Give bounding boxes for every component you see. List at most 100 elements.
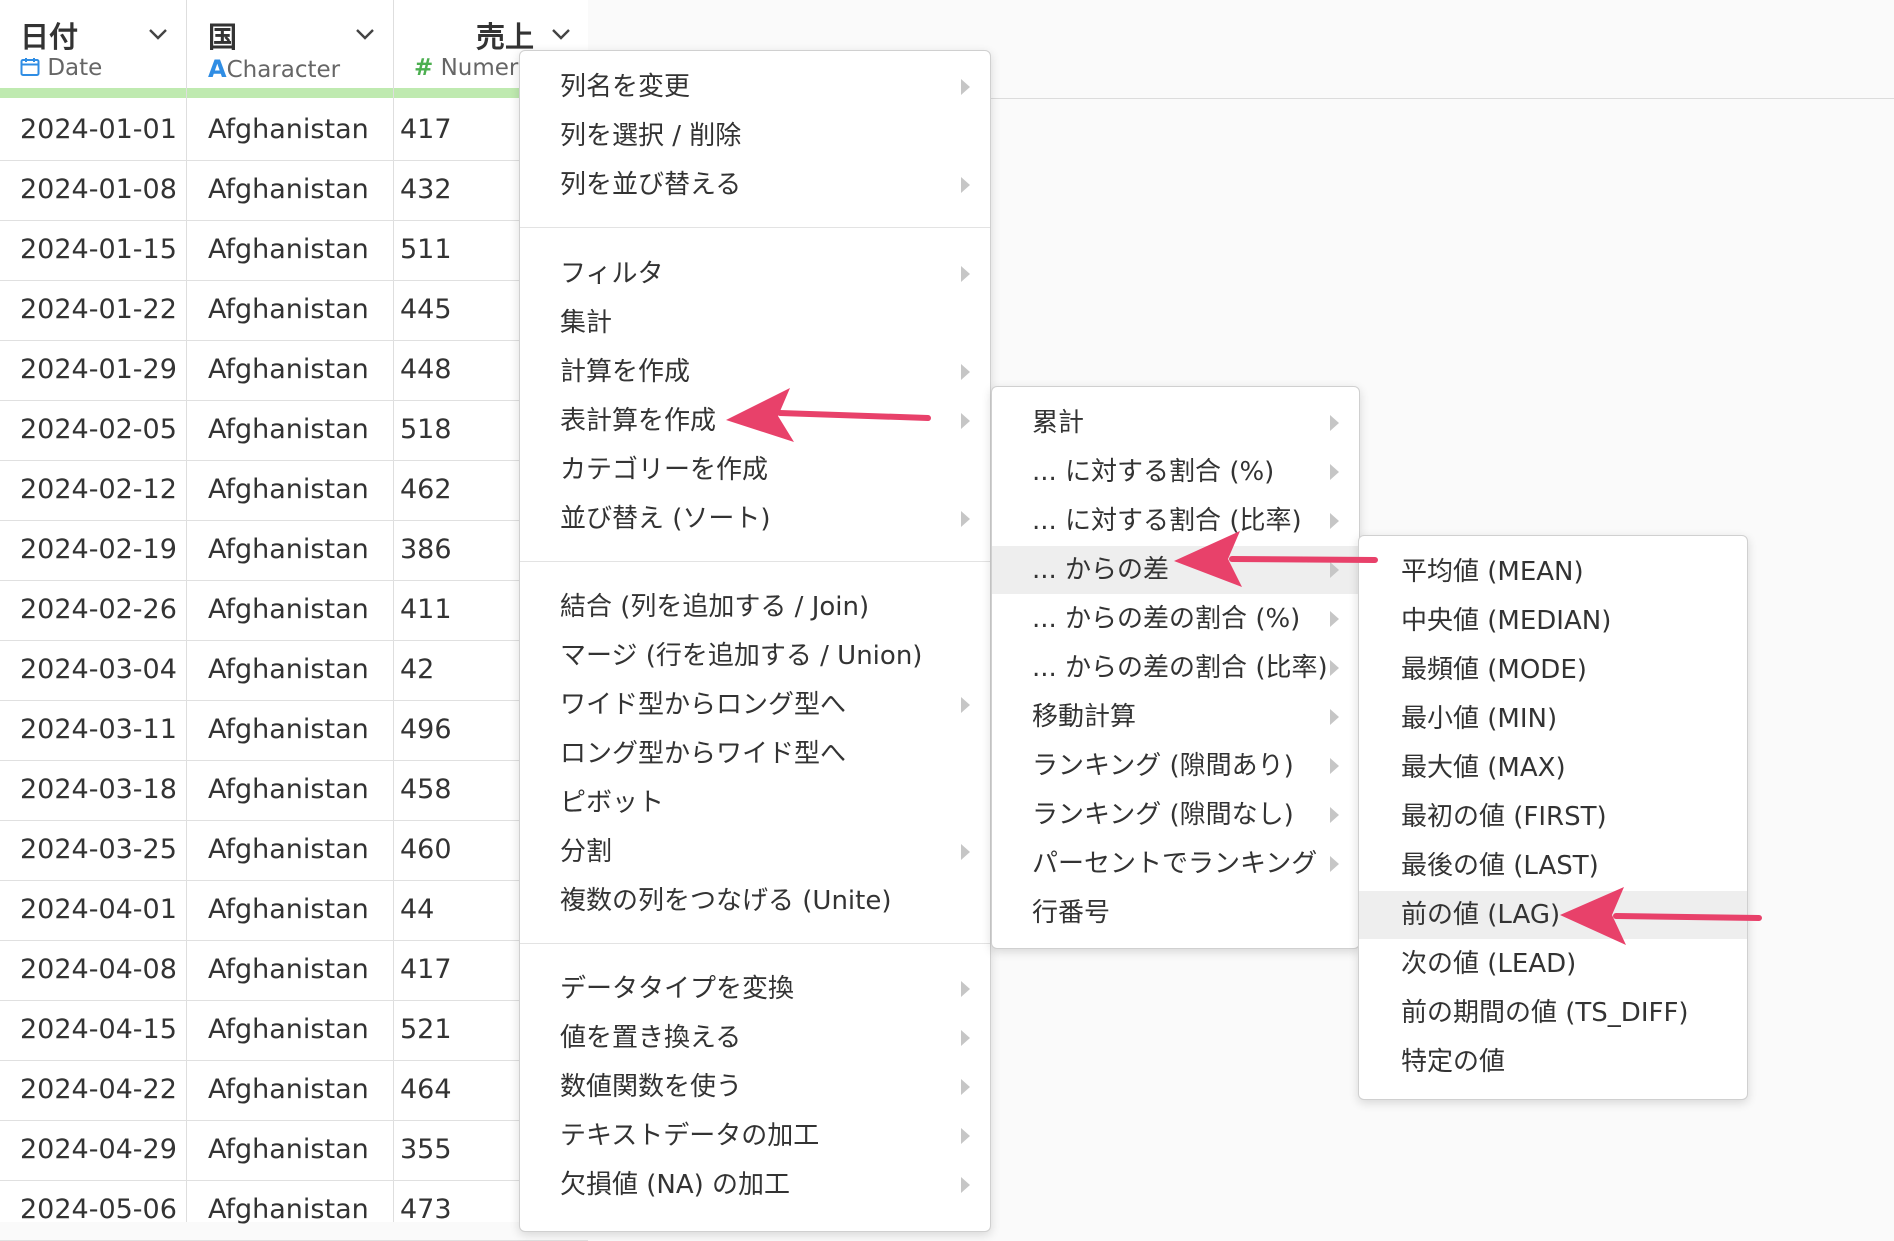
- sales-cell[interactable]: 417: [400, 100, 520, 160]
- table-row[interactable]: 2024-01-01 Afghanistan 417: [0, 100, 588, 161]
- sales-cell[interactable]: 445: [400, 280, 520, 340]
- context-menu-item[interactable]: 並び替え (ソート): [520, 495, 990, 543]
- country-cell[interactable]: Afghanistan: [208, 1120, 369, 1180]
- country-cell[interactable]: Afghanistan: [208, 400, 369, 460]
- date-cell[interactable]: 2024-03-11: [20, 700, 177, 760]
- date-cell[interactable]: 2024-02-05: [20, 400, 177, 460]
- date-cell[interactable]: 2024-01-01: [20, 100, 177, 160]
- date-cell[interactable]: 2024-04-22: [20, 1060, 177, 1120]
- context-menu-item[interactable]: 複数の列をつなげる (Unite): [520, 877, 990, 925]
- context-menu-item[interactable]: 列を並び替える: [520, 161, 990, 209]
- date-cell[interactable]: 2024-02-19: [20, 520, 177, 580]
- chevron-down-icon[interactable]: [148, 24, 168, 44]
- table-row[interactable]: 2024-01-08 Afghanistan 432: [0, 160, 588, 221]
- table-calc-menu-item[interactable]: ... からの差: [992, 546, 1359, 594]
- table-row[interactable]: 2024-03-25 Afghanistan 460: [0, 820, 588, 881]
- table-row[interactable]: 2024-04-29 Afghanistan 355: [0, 1120, 588, 1181]
- date-cell[interactable]: 2024-04-08: [20, 940, 177, 1000]
- country-cell[interactable]: Afghanistan: [208, 880, 369, 940]
- table-row[interactable]: 2024-03-18 Afghanistan 458: [0, 760, 588, 821]
- table-calc-menu-item[interactable]: ランキング (隙間なし): [992, 791, 1359, 839]
- sales-cell[interactable]: 386: [400, 520, 520, 580]
- sales-cell[interactable]: 511: [400, 220, 520, 280]
- date-cell[interactable]: 2024-04-15: [20, 1000, 177, 1060]
- difference-menu-item[interactable]: 最小値 (MIN): [1359, 695, 1747, 743]
- difference-menu-item[interactable]: 前の期間の値 (TS_DIFF): [1359, 989, 1747, 1037]
- date-cell[interactable]: 2024-04-01: [20, 880, 177, 940]
- date-cell[interactable]: 2024-03-25: [20, 820, 177, 880]
- chevron-down-icon[interactable]: [355, 24, 375, 44]
- country-cell[interactable]: Afghanistan: [208, 640, 369, 700]
- table-calc-menu-item[interactable]: ... からの差の割合 (比率): [992, 644, 1359, 692]
- country-cell[interactable]: Afghanistan: [208, 700, 369, 760]
- date-cell[interactable]: 2024-03-04: [20, 640, 177, 700]
- sales-cell[interactable]: 458: [400, 760, 520, 820]
- sales-cell[interactable]: 462: [400, 460, 520, 520]
- date-cell[interactable]: 2024-03-18: [20, 760, 177, 820]
- country-cell[interactable]: Afghanistan: [208, 460, 369, 520]
- date-cell[interactable]: 2024-01-15: [20, 220, 177, 280]
- table-row[interactable]: 2024-01-15 Afghanistan 511: [0, 220, 588, 281]
- table-calc-menu-item[interactable]: ... に対する割合 (比率): [992, 497, 1359, 545]
- context-menu-item[interactable]: 数値関数を使う: [520, 1063, 990, 1111]
- table-row[interactable]: 2024-05-06 Afghanistan 473: [0, 1180, 588, 1241]
- country-cell[interactable]: Afghanistan: [208, 1180, 369, 1240]
- sales-cell[interactable]: 44: [400, 880, 520, 940]
- table-row[interactable]: 2024-01-29 Afghanistan 448: [0, 340, 588, 401]
- chevron-down-icon[interactable]: [551, 24, 571, 44]
- table-row[interactable]: 2024-02-19 Afghanistan 386: [0, 520, 588, 581]
- context-menu-item[interactable]: 表計算を作成: [520, 397, 990, 445]
- table-row[interactable]: 2024-03-04 Afghanistan 42: [0, 640, 588, 701]
- context-menu-item[interactable]: マージ (行を追加する / Union): [520, 632, 990, 680]
- country-cell[interactable]: Afghanistan: [208, 520, 369, 580]
- context-menu-item[interactable]: 欠損値 (NA) の加工: [520, 1161, 990, 1209]
- table-calc-menu-item[interactable]: ... に対する割合 (%): [992, 448, 1359, 496]
- context-menu-item[interactable]: カテゴリーを作成: [520, 446, 990, 494]
- table-calc-menu-item[interactable]: ランキング (隙間あり): [992, 742, 1359, 790]
- context-menu-item[interactable]: 分割: [520, 828, 990, 876]
- column-header-country[interactable]: 国 ACharacter: [187, 0, 393, 92]
- table-row[interactable]: 2024-04-01 Afghanistan 44: [0, 880, 588, 941]
- table-calc-menu-item[interactable]: 移動計算: [992, 693, 1359, 741]
- sales-cell[interactable]: 411: [400, 580, 520, 640]
- sales-cell[interactable]: 464: [400, 1060, 520, 1120]
- country-cell[interactable]: Afghanistan: [208, 220, 369, 280]
- country-cell[interactable]: Afghanistan: [208, 1060, 369, 1120]
- difference-menu-item[interactable]: 最初の値 (FIRST): [1359, 793, 1747, 841]
- sales-cell[interactable]: 432: [400, 160, 520, 220]
- context-menu-item[interactable]: データタイプを変換: [520, 965, 990, 1013]
- table-calc-menu-item[interactable]: 累計: [992, 399, 1359, 447]
- context-menu-item[interactable]: 列名を変更: [520, 63, 990, 111]
- difference-menu-item[interactable]: 最後の値 (LAST): [1359, 842, 1747, 890]
- sales-cell[interactable]: 460: [400, 820, 520, 880]
- context-menu-item[interactable]: ワイド型からロング型へ: [520, 681, 990, 729]
- table-row[interactable]: 2024-03-11 Afghanistan 496: [0, 700, 588, 761]
- difference-menu-item[interactable]: 前の値 (LAG): [1359, 891, 1747, 939]
- difference-menu-item[interactable]: 特定の値: [1359, 1038, 1747, 1086]
- sales-cell[interactable]: 355: [400, 1120, 520, 1180]
- difference-menu-item[interactable]: 平均値 (MEAN): [1359, 548, 1747, 596]
- country-cell[interactable]: Afghanistan: [208, 760, 369, 820]
- country-cell[interactable]: Afghanistan: [208, 820, 369, 880]
- context-menu-item[interactable]: 値を置き換える: [520, 1014, 990, 1062]
- table-calc-menu-item[interactable]: ... からの差の割合 (%): [992, 595, 1359, 643]
- date-cell[interactable]: 2024-02-26: [20, 580, 177, 640]
- date-cell[interactable]: 2024-01-08: [20, 160, 177, 220]
- country-cell[interactable]: Afghanistan: [208, 1000, 369, 1060]
- context-menu-item[interactable]: 集計: [520, 299, 990, 347]
- sales-cell[interactable]: 496: [400, 700, 520, 760]
- difference-menu-item[interactable]: 次の値 (LEAD): [1359, 940, 1747, 988]
- context-menu-item[interactable]: 結合 (列を追加する / Join): [520, 583, 990, 631]
- country-cell[interactable]: Afghanistan: [208, 280, 369, 340]
- date-cell[interactable]: 2024-02-12: [20, 460, 177, 520]
- sales-cell[interactable]: 521: [400, 1000, 520, 1060]
- date-cell[interactable]: 2024-01-29: [20, 340, 177, 400]
- country-cell[interactable]: Afghanistan: [208, 940, 369, 1000]
- difference-menu-item[interactable]: 最頻値 (MODE): [1359, 646, 1747, 694]
- sales-cell[interactable]: 42: [400, 640, 520, 700]
- table-row[interactable]: 2024-02-26 Afghanistan 411: [0, 580, 588, 641]
- sales-cell[interactable]: 473: [400, 1180, 520, 1240]
- column-header-date[interactable]: 日付 Date: [0, 0, 186, 92]
- country-cell[interactable]: Afghanistan: [208, 100, 369, 160]
- difference-menu-item[interactable]: 中央値 (MEDIAN): [1359, 597, 1747, 645]
